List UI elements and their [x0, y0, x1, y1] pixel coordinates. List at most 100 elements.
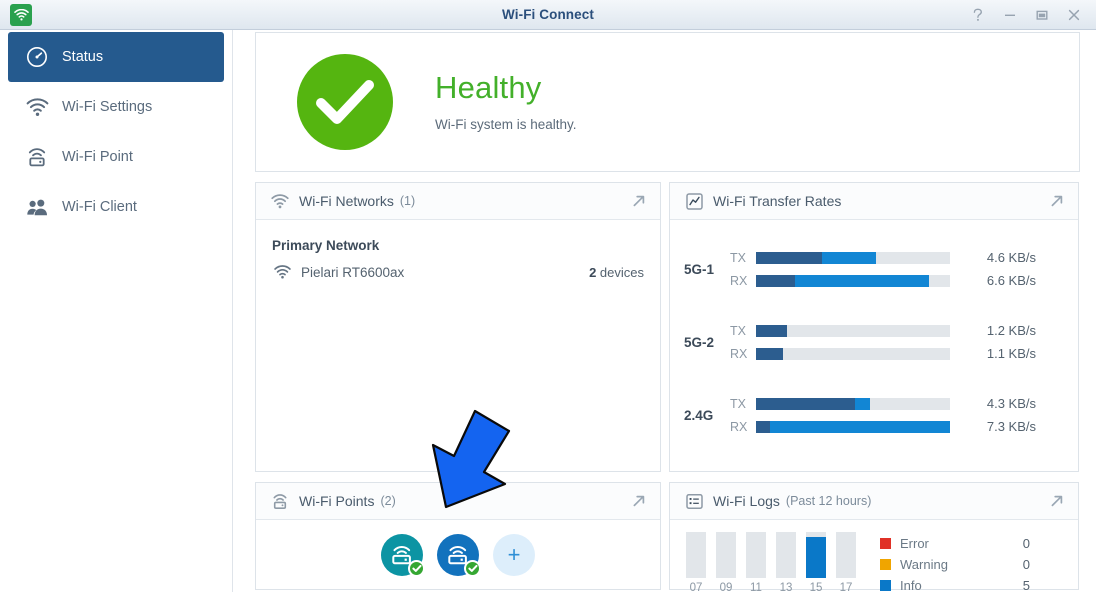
- expand-arrow-icon[interactable]: [628, 490, 650, 512]
- network-device-label: devices: [599, 264, 644, 280]
- close-button[interactable]: [1058, 0, 1090, 30]
- warning-color-swatch: [880, 559, 891, 570]
- wifi-logs-legend: Error 0 Warning 0 Info 5: [880, 532, 1030, 596]
- rate-value: 4.3 KB/s: [986, 396, 1036, 411]
- wifi-logs-header: Wi-Fi Logs (Past 12 hours): [670, 483, 1078, 520]
- legend-row-error: Error 0: [880, 533, 1030, 554]
- rate-direction: RX: [730, 346, 748, 361]
- network-device-count: 2 devices: [589, 265, 644, 280]
- rate-band-label: 5G-1: [684, 261, 715, 277]
- sidebar-item-wifi-settings[interactable]: Wi-Fi Settings: [8, 82, 224, 132]
- rate-value: 6.6 KB/s: [986, 273, 1036, 288]
- wifi-points-card: Wi-Fi Points (2) +: [255, 482, 661, 590]
- log-tick-label: 13: [779, 582, 793, 594]
- wifi-networks-header: Wi-Fi Networks (1): [256, 183, 660, 220]
- wifi-logs-card: Wi-Fi Logs (Past 12 hours) 07 09 11 13 1…: [669, 482, 1079, 594]
- minimize-icon: [1005, 14, 1015, 16]
- legend-row-warning: Warning 0: [880, 554, 1030, 575]
- legend-label: Error: [900, 536, 929, 551]
- rate-direction: TX: [730, 396, 746, 411]
- log-bar[interactable]: [776, 532, 796, 578]
- info-color-swatch: [880, 580, 891, 591]
- wifi-networks-card: Wi-Fi Networks (1) Primary Network Piela…: [255, 182, 661, 472]
- maximize-button[interactable]: [1026, 0, 1058, 30]
- check-badge-icon: [464, 559, 481, 577]
- wifi-logs-body: 07 09 11 13 15 17 Error 0 Warning 0 Info…: [670, 520, 1078, 596]
- legend-label: Warning: [900, 557, 948, 572]
- rate-bar: [756, 324, 950, 337]
- log-bar[interactable]: [716, 532, 736, 578]
- wifi-point-item[interactable]: [437, 533, 481, 577]
- add-wifi-point-button[interactable]: +: [493, 533, 535, 576]
- users-icon: [24, 195, 50, 219]
- sidebar-item-wifi-client[interactable]: Wi-Fi Client: [8, 182, 224, 232]
- log-axis-ticks: 07 09 11 13 15 17: [686, 582, 866, 594]
- sidebar-item-label: Wi-Fi Client: [62, 198, 137, 215]
- window-title: Wi-Fi Connect: [502, 7, 594, 22]
- rate-bar: [756, 420, 950, 433]
- rate-value: 7.3 KB/s: [986, 419, 1036, 434]
- rate-line: TX 4.3 KB/s: [730, 392, 1078, 415]
- sidebar-item-wifi-point[interactable]: Wi-Fi Point: [8, 132, 224, 182]
- log-tick-label: 15: [809, 582, 823, 594]
- legend-value: 0: [1022, 536, 1030, 551]
- minimize-button[interactable]: [994, 0, 1026, 30]
- wifi-transfer-rates-title: Wi-Fi Transfer Rates: [713, 193, 842, 209]
- network-name: Pielari RT6600ax: [301, 264, 405, 280]
- health-title: Healthy: [435, 70, 542, 106]
- legend-label: Info: [900, 578, 922, 593]
- sidebar-item-label: Wi-Fi Point: [62, 148, 133, 165]
- check-badge-icon: [408, 559, 425, 577]
- sidebar-item-label: Status: [62, 48, 104, 65]
- wifi-transfer-rates-card: Wi-Fi Transfer Rates 5G-1 TX 4.6 KB/s RX…: [669, 182, 1079, 472]
- log-bar[interactable]: [746, 532, 766, 578]
- access-point-icon: [24, 145, 50, 169]
- sidebar-item-status[interactable]: Status: [8, 32, 224, 82]
- question-mark-icon: [973, 8, 982, 21]
- wifi-points-body: +: [256, 520, 660, 589]
- sidebar: Status Wi-Fi Settings Wi-Fi Point Wi-Fi …: [0, 30, 233, 592]
- wifi-transfer-rates-body: 5G-1 TX 4.6 KB/s RX 6.6 KB/s 5G-2 TX 1.2…: [670, 246, 1078, 438]
- expand-arrow-icon[interactable]: [628, 190, 650, 212]
- network-row[interactable]: Pielari RT6600ax 2 devices: [256, 253, 660, 280]
- rate-line: RX 6.6 KB/s: [730, 269, 1078, 292]
- rate-value: 1.1 KB/s: [986, 346, 1036, 361]
- rate-value: 1.2 KB/s: [986, 323, 1036, 338]
- list-icon: [683, 491, 705, 511]
- wifi-logs-period: (Past 12 hours): [785, 494, 872, 508]
- gauge-icon: [24, 45, 50, 69]
- log-tick-label: 07: [689, 582, 703, 594]
- rate-direction: RX: [730, 273, 748, 288]
- close-icon: [1068, 9, 1080, 21]
- error-color-swatch: [880, 538, 891, 549]
- check-circle-icon: [297, 54, 393, 150]
- expand-arrow-icon[interactable]: [1046, 490, 1068, 512]
- rate-bar: [756, 251, 950, 264]
- wifi-logs-title: Wi-Fi Logs: [713, 493, 780, 509]
- rate-direction: TX: [730, 323, 746, 338]
- wifi-point-item[interactable]: [381, 533, 425, 577]
- log-tick-label: 11: [750, 582, 762, 594]
- legend-row-info: Info 5: [880, 575, 1030, 596]
- rate-band-label: 5G-2: [684, 334, 715, 350]
- wifi-networks-body: Primary Network Pielari RT6600ax 2 devic…: [256, 220, 660, 280]
- expand-arrow-icon[interactable]: [1046, 190, 1068, 212]
- log-bar[interactable]: [836, 532, 856, 578]
- log-bar[interactable]: [806, 532, 826, 578]
- help-button[interactable]: [962, 0, 994, 30]
- network-device-number: 2: [589, 264, 597, 280]
- health-text-block: Healthy Wi-Fi system is healthy.: [435, 72, 577, 132]
- trend-chart-icon: [683, 191, 705, 211]
- rate-line: RX 7.3 KB/s: [730, 415, 1078, 438]
- rate-line: RX 1.1 KB/s: [730, 342, 1078, 365]
- rate-line: TX 4.6 KB/s: [730, 246, 1078, 269]
- wifi-icon: [24, 95, 50, 119]
- log-bars: [686, 532, 866, 578]
- rate-group-5g2: 5G-2 TX 1.2 KB/s RX 1.1 KB/s: [670, 319, 1078, 365]
- wifi-points-header: Wi-Fi Points (2): [256, 483, 660, 520]
- wifi-networks-title: Wi-Fi Networks: [299, 193, 394, 209]
- rate-group-5g1: 5G-1 TX 4.6 KB/s RX 6.6 KB/s: [670, 246, 1078, 292]
- log-bar[interactable]: [686, 532, 706, 578]
- rate-value: 4.6 KB/s: [986, 250, 1036, 265]
- plus-icon: +: [507, 541, 521, 567]
